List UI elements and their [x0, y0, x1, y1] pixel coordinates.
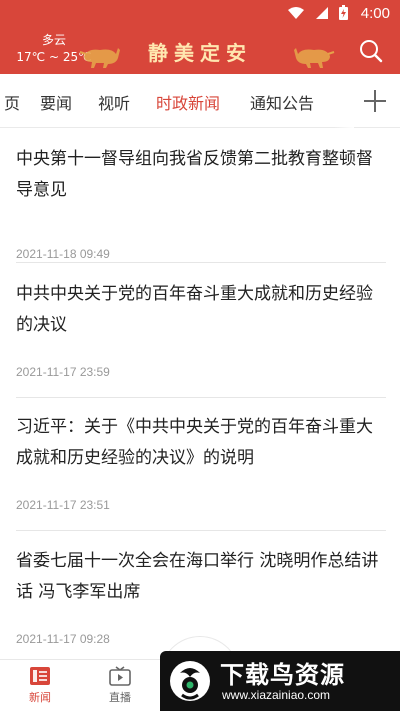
- watermark-text: 下载鸟资源: [220, 661, 345, 689]
- wifi-icon: [288, 6, 304, 19]
- tab-headlines[interactable]: 要闻: [40, 90, 72, 114]
- nav-live-label: 直播: [109, 691, 131, 704]
- search-icon[interactable]: [358, 38, 384, 64]
- news-title: 省委七届十一次全会在海口举行 沈晓明作总结讲话 冯飞李军出席: [16, 551, 379, 602]
- divider: [16, 262, 386, 263]
- news-date: 2021-11-17 23:59: [16, 365, 110, 379]
- news-icon: [30, 667, 50, 685]
- nav-live[interactable]: 直播: [95, 666, 145, 705]
- channel-tabs: 页 要闻 视听 时政新闻 通知公告: [0, 74, 400, 128]
- bird-logo-icon: [170, 661, 210, 701]
- status-bar: 4:00: [0, 0, 400, 28]
- news-item[interactable]: 中央第十一督导组向我省反馈第二批教育整顿督导意见 2021-11-18 09:4…: [16, 144, 386, 261]
- news-title: 中央第十一督导组向我省反馈第二批教育整顿督导意见: [16, 149, 373, 200]
- news-date: 2021-11-17 09:28: [16, 632, 110, 646]
- watermark-overlay: 下载鸟资源 www.xiazainiao.com: [160, 651, 400, 711]
- battery-icon: [339, 5, 348, 20]
- news-title: 中共中央关于党的百年奋斗重大成就和历史经验的决议: [16, 284, 373, 335]
- watermark-url: www.xiazainiao.com: [222, 688, 331, 702]
- divider: [16, 530, 386, 531]
- signal-icon: [316, 6, 328, 19]
- nav-news[interactable]: 新闻: [15, 666, 65, 705]
- tv-icon: [109, 666, 131, 686]
- add-channel-icon[interactable]: [362, 88, 388, 114]
- brand-title: 静美定安: [148, 41, 252, 65]
- divider: [16, 397, 386, 398]
- news-title: 习近平：关于《中共中央关于党的百年奋斗重大成就和历史经验的决议》的说明: [16, 417, 373, 468]
- app-header: 多云 17℃ ~ 25℃ 静美定安: [0, 28, 400, 74]
- nav-news-label: 新闻: [29, 691, 51, 704]
- tab-home[interactable]: 页: [4, 90, 20, 114]
- tab-political-news[interactable]: 时政新闻: [156, 90, 220, 114]
- tab-audio-video[interactable]: 视听: [98, 90, 130, 114]
- news-item[interactable]: 中共中央关于党的百年奋斗重大成就和历史经验的决议 2021-11-17 23:5…: [16, 279, 386, 391]
- status-time: 4:00: [360, 5, 390, 22]
- news-date: 2021-11-18 09:49: [16, 247, 110, 261]
- tab-announcements[interactable]: 通知公告: [250, 90, 314, 114]
- news-item[interactable]: 习近平：关于《中共中央关于党的百年奋斗重大成就和历史经验的决议》的说明 2021…: [16, 412, 386, 524]
- news-date: 2021-11-17 23:51: [16, 498, 110, 512]
- ox-ornament-icon: [294, 48, 335, 68]
